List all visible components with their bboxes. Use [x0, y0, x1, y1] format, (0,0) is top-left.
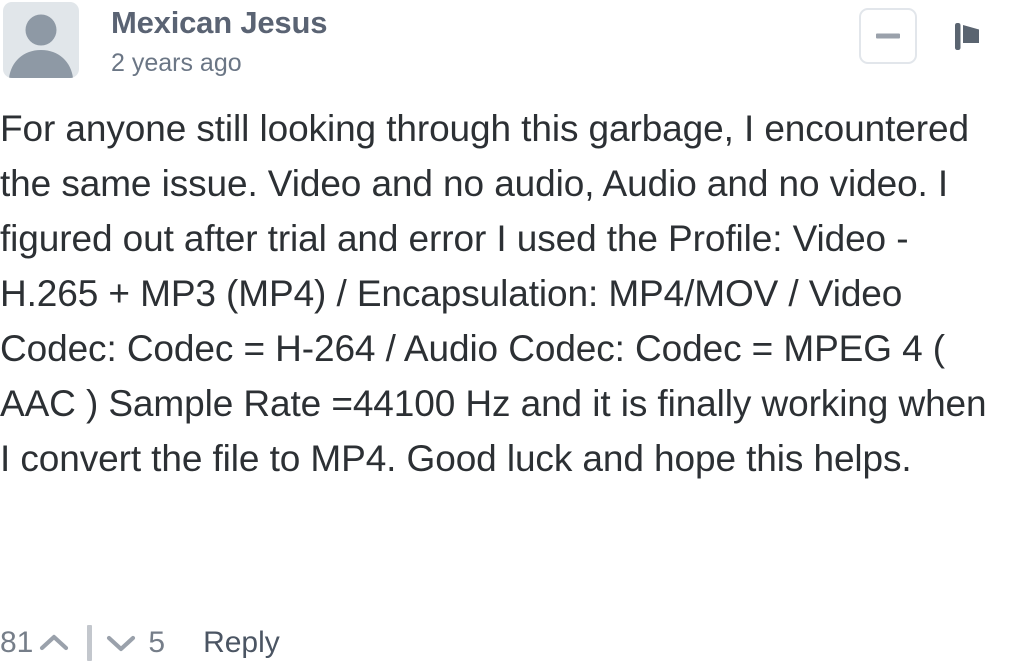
comment-footer: 81 5 Reply — [0, 618, 280, 668]
vote-divider — [87, 625, 93, 661]
comment-card: Mexican Jesus 2 years ago For anyone sti… — [0, 0, 1024, 670]
avatar[interactable] — [3, 2, 79, 78]
reply-button[interactable]: Reply — [203, 628, 280, 658]
downvote-count: 5 — [148, 626, 166, 659]
comment-timestamp: 2 years ago — [111, 49, 242, 77]
user-avatar-placeholder-icon — [9, 14, 73, 78]
flag-icon — [955, 23, 979, 50]
downvote-button[interactable]: 5 — [100, 628, 165, 658]
author-name[interactable]: Mexican Jesus — [111, 0, 327, 46]
chevron-down-icon — [104, 628, 138, 658]
minus-icon — [876, 33, 900, 39]
report-comment-button[interactable] — [946, 16, 986, 56]
comment-header: Mexican Jesus 2 years ago — [0, 0, 1024, 92]
upvote-button[interactable]: 81 — [0, 628, 75, 658]
upvote-count: 81 — [0, 626, 34, 659]
collapse-comment-button[interactable] — [859, 8, 917, 64]
chevron-up-icon — [37, 628, 71, 658]
comment-identity: Mexican Jesus 2 years ago — [111, 0, 327, 80]
comment-body-text: For anyone still looking through this ga… — [0, 108, 987, 479]
